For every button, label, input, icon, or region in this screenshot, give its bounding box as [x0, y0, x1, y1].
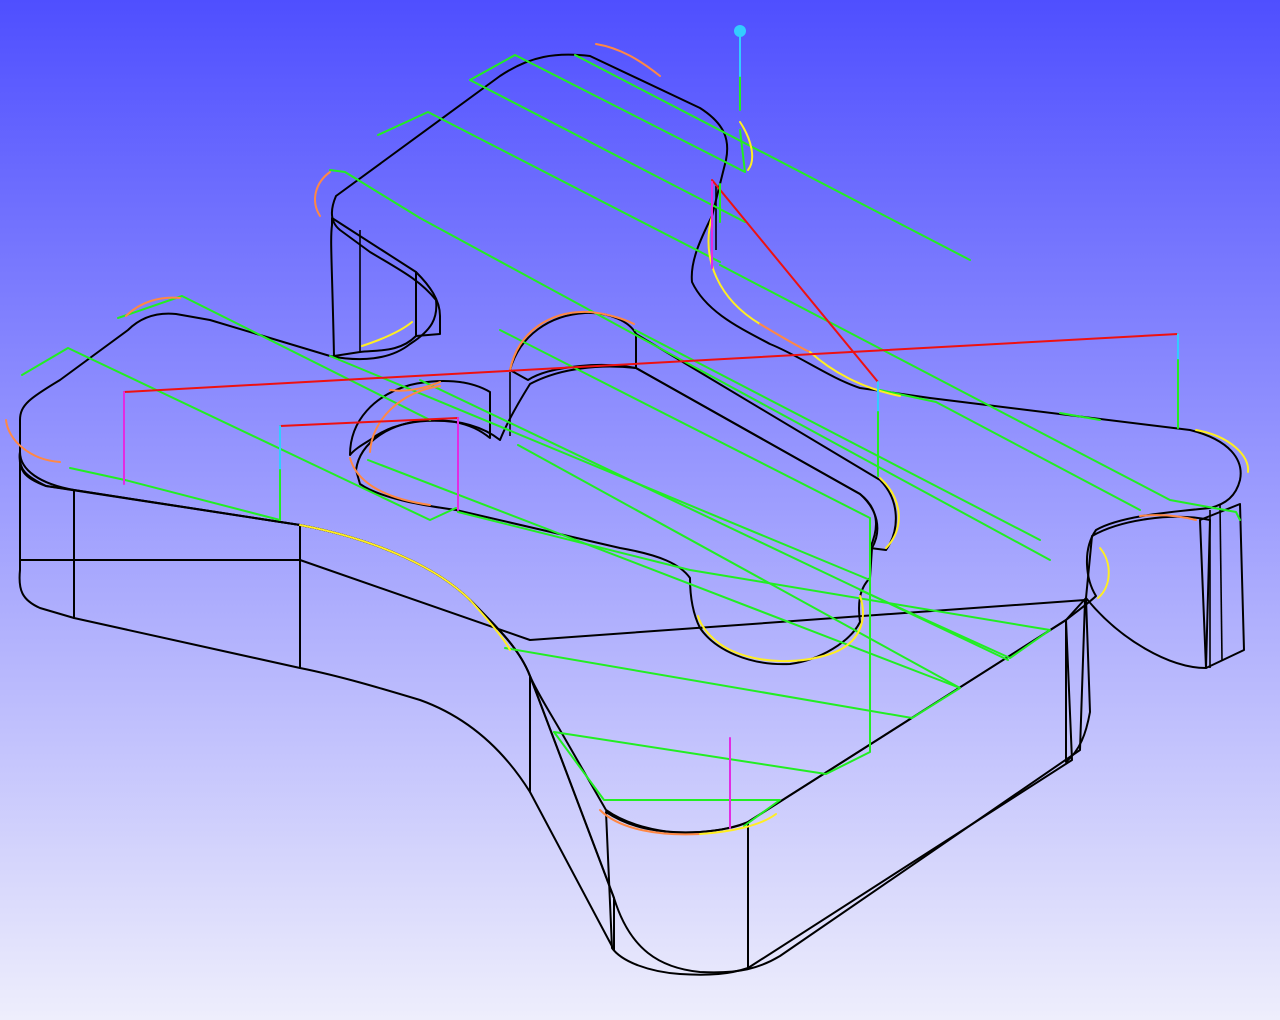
viewport-background — [0, 0, 1280, 1020]
cam-scene[interactable] — [0, 0, 1280, 1020]
tool-start-marker-icon[interactable] — [734, 25, 746, 37]
3d-viewport[interactable] — [0, 0, 1280, 1020]
